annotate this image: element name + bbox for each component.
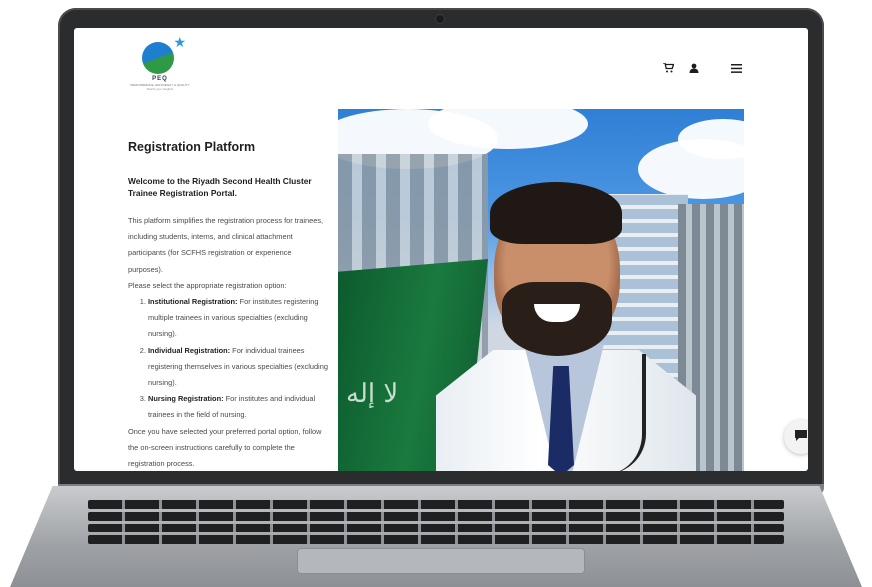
user-icon[interactable]	[688, 62, 700, 74]
laptop-trackpad	[297, 548, 585, 574]
header-actions	[662, 62, 742, 74]
doctor-portrait	[436, 164, 696, 471]
cart-icon[interactable]	[662, 62, 674, 74]
logo-tagline: Reach your heights!	[146, 87, 174, 91]
chat-button[interactable]	[784, 420, 808, 454]
star-icon: ★	[173, 34, 186, 50]
select-prompt: Please select the appropriate registrati…	[128, 280, 287, 290]
intro-text: This platform simplifies the registratio…	[128, 216, 324, 274]
laptop-keyboard	[88, 500, 784, 544]
logo-abbr: PEQ	[152, 76, 168, 82]
chat-icon	[794, 429, 808, 445]
welcome-heading: Welcome to the Riyadh Second Health Clus…	[128, 176, 312, 198]
logo-mark: ★	[142, 34, 186, 74]
closing-text: Once you have selected your preferred po…	[128, 426, 322, 469]
laptop-screen: ★ PEQ PERFORMANCE, EFFICIENCY & QUALITY …	[74, 28, 808, 471]
stethoscope	[586, 354, 646, 471]
option-nursing: Nursing Registration: For institutes and…	[148, 391, 328, 423]
registration-content: Registration Platform Welcome to the Riy…	[128, 140, 328, 471]
peq-logo[interactable]: ★ PEQ PERFORMANCE, EFFICIENCY & QUALITY …	[126, 34, 194, 102]
flag-script: لا إله	[346, 379, 399, 409]
hero-image: لا إله	[338, 109, 744, 471]
registration-options: Institutional Registration: For institut…	[128, 294, 328, 424]
option-institutional: Institutional Registration: For institut…	[148, 294, 328, 343]
laptop-camera	[436, 15, 444, 23]
option-individual: Individual Registration: For individual …	[148, 343, 328, 392]
page-title: Registration Platform	[128, 140, 256, 154]
menu-icon[interactable]	[730, 62, 742, 74]
